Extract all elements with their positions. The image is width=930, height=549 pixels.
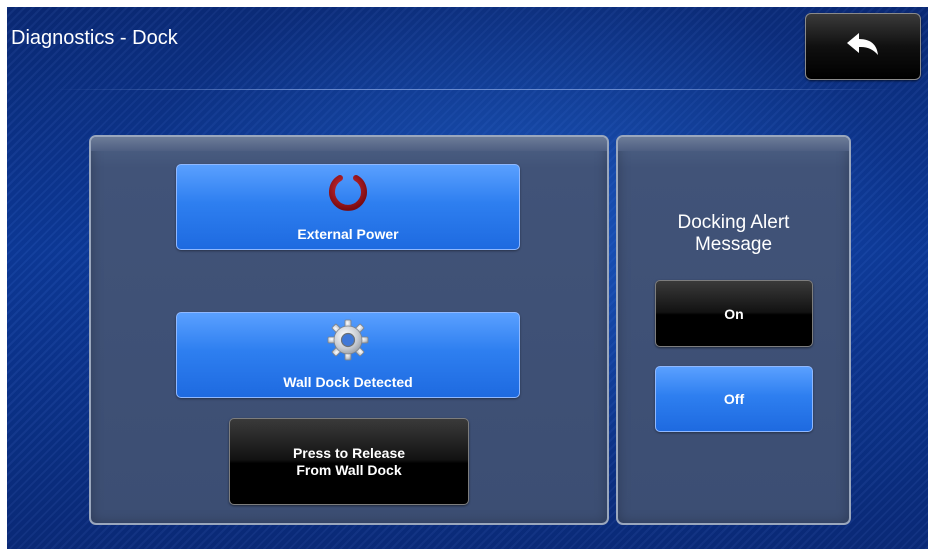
docking-alert-title-line1: Docking Alert (677, 212, 790, 233)
docking-alert-title: Docking Alert Message (616, 212, 851, 256)
release-button-line2: From Wall Dock (296, 461, 402, 478)
page-title: Diagnostics - Dock (11, 27, 178, 49)
back-button[interactable] (805, 13, 921, 80)
wall-dock-detected-button[interactable]: Wall Dock Detected (176, 312, 520, 398)
power-icon (326, 169, 370, 219)
touch-screen: Diagnostics - Dock External Power Wall D… (7, 7, 928, 549)
release-from-wall-dock-button[interactable]: Press to Release From Wall Dock (229, 418, 469, 505)
docking-alert-title-line2: Message (694, 234, 773, 255)
gear-icon (326, 318, 370, 367)
header-divider (55, 89, 895, 90)
release-button-line1: Press to Release (292, 444, 406, 461)
alert-off-button[interactable]: Off (655, 366, 813, 432)
alert-on-button[interactable]: On (655, 280, 813, 347)
panel-top-strip (91, 137, 607, 151)
wall-dock-label: Wall Dock Detected (283, 374, 413, 390)
panel-top-strip (618, 137, 849, 151)
back-arrow-icon (845, 31, 881, 62)
external-power-button[interactable]: External Power (176, 164, 520, 250)
external-power-label: External Power (297, 226, 399, 242)
